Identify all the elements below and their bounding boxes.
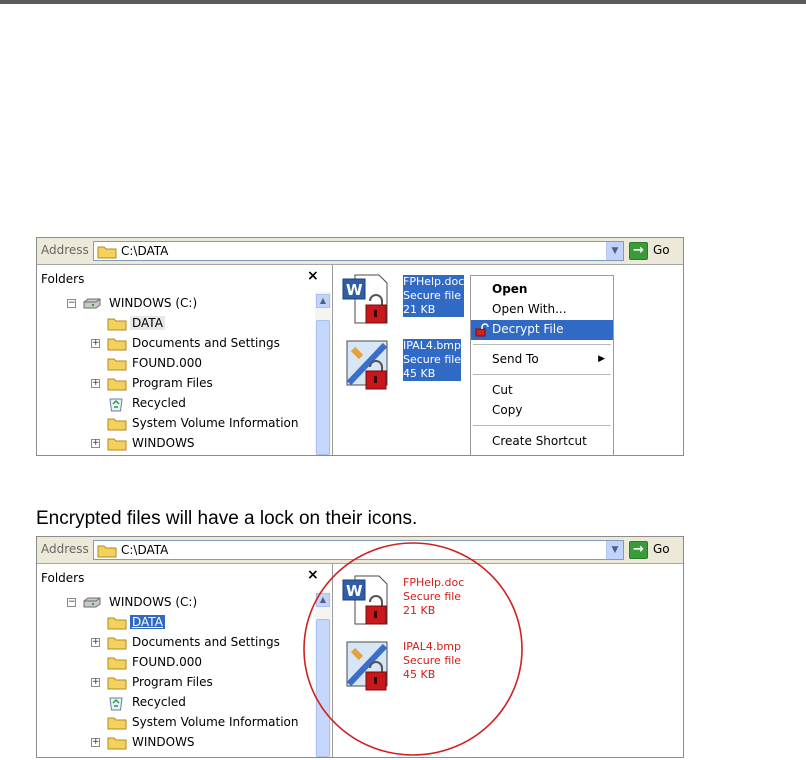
tree-item-label: Documents and Settings [132, 635, 280, 649]
address-input[interactable]: C:\DATA ▼ [93, 241, 624, 261]
folder-icon [97, 246, 117, 259]
word-document-locked-icon: W [342, 274, 388, 324]
menu-separator [473, 425, 611, 426]
tree-item-label: Program Files [132, 675, 213, 689]
folder-icon [107, 378, 127, 391]
tree-item-label: WINDOWS [132, 735, 195, 749]
expand-icon[interactable]: + [91, 638, 100, 647]
address-value: C:\DATA [121, 543, 169, 557]
menu-item-label: Cut [492, 383, 513, 397]
file-type: Secure file [403, 353, 462, 367]
go-button[interactable]: → Go [629, 241, 679, 261]
file-text: FPHelp.doc Secure file 21 KB [403, 275, 465, 317]
file-type: Secure file [403, 289, 465, 303]
scrollbar-thumb[interactable] [316, 320, 330, 455]
highlight-oval [303, 542, 523, 756]
folder-icon [107, 338, 127, 351]
menu-item-label: Send To [492, 352, 539, 366]
submenu-arrow-icon: ▶ [598, 354, 605, 364]
folder-icon [107, 318, 127, 331]
collapse-icon[interactable]: − [67, 299, 76, 308]
menu-item-label: Create Shortcut [492, 434, 587, 448]
tree-item-label: Program Files [132, 376, 213, 390]
menu-item-decrypt-file[interactable]: Decrypt File [471, 320, 613, 340]
folder-icon [107, 657, 127, 670]
expand-icon[interactable]: + [91, 339, 100, 348]
go-label: Go [653, 243, 670, 257]
tree-item-label: Documents and Settings [132, 336, 280, 350]
menu-item-open[interactable]: Open [471, 280, 613, 300]
recycle-bin-icon [109, 398, 123, 412]
menu-item-label: Copy [492, 403, 523, 417]
address-bar: Address C:\DATA ▼ → Go [37, 238, 683, 265]
folder-icon [107, 717, 127, 730]
expand-icon[interactable]: + [91, 379, 100, 388]
tree-item-label: Recycled [132, 396, 186, 410]
drive-icon [83, 298, 101, 309]
address-value: C:\DATA [121, 244, 169, 258]
folder-icon [107, 737, 127, 750]
folder-icon [107, 418, 127, 431]
menu-item-label: Open [492, 282, 528, 296]
explorer-window-before: Address C:\DATA ▼ → Go Folders × − WINDO… [36, 237, 684, 456]
folder-icon [107, 617, 127, 630]
collapse-icon[interactable]: − [67, 598, 76, 607]
drive-icon [83, 597, 101, 608]
go-button[interactable]: → Go [629, 540, 679, 560]
folder-icon [107, 677, 127, 690]
menu-item-label: Decrypt File [492, 322, 564, 336]
file-name: FPHelp.doc [403, 275, 465, 289]
folders-pane: Folders × − WINDOWS (C:) DATA + Document… [37, 564, 333, 757]
menu-item-create-shortcut[interactable]: Create Shortcut [471, 432, 613, 452]
tree-item-label: DATA [130, 316, 165, 330]
folder-icon [107, 438, 127, 451]
context-menu: Open Open With... Decrypt File Send To ▶… [470, 275, 614, 455]
folder-icon [107, 637, 127, 650]
tree-item-label: DATA [130, 615, 165, 629]
menu-separator [473, 344, 611, 345]
address-label: Address [41, 542, 89, 556]
folders-title: Folders [41, 571, 85, 585]
folders-title: Folders [41, 272, 85, 286]
folder-icon [97, 545, 117, 558]
folders-scrollbar[interactable]: ▲ [315, 292, 331, 455]
expand-icon[interactable]: + [91, 439, 100, 448]
scroll-up-icon[interactable]: ▲ [316, 294, 330, 308]
go-arrow-icon: → [629, 541, 648, 559]
folders-pane: Folders × − WINDOWS (C:) DATA + Document… [37, 265, 333, 455]
tree-item-label: WINDOWS [132, 436, 195, 450]
tree-item-label: FOUND.000 [132, 356, 203, 370]
go-label: Go [653, 542, 670, 556]
expand-icon[interactable]: + [91, 678, 100, 687]
menu-item-copy[interactable]: Copy [471, 401, 613, 421]
tree-item-label: WINDOWS (C:) [109, 296, 198, 310]
go-arrow-icon: → [629, 242, 648, 260]
tree-item-label: Recycled [132, 695, 186, 709]
svg-text:W: W [346, 281, 363, 299]
menu-item-send-to[interactable]: Send To ▶ [471, 350, 613, 370]
menu-item-cut[interactable]: Cut [471, 381, 613, 401]
file-name: IPAL4.bmp [403, 339, 462, 353]
expand-icon[interactable]: + [91, 738, 100, 747]
address-dropdown-button[interactable]: ▼ [606, 541, 623, 559]
menu-item-open-with[interactable]: Open With... [471, 300, 613, 320]
close-icon[interactable]: × [307, 268, 319, 284]
bitmap-image-locked-icon [346, 340, 388, 390]
folder-icon [107, 358, 127, 371]
unlock-icon [475, 323, 489, 337]
tree-item-label: WINDOWS (C:) [109, 595, 198, 609]
caption-text: Encrypted files will have a lock on thei… [36, 508, 418, 529]
menu-separator [473, 374, 611, 375]
menu-item-label: Open With... [492, 302, 567, 316]
tree-item-label: System Volume Information [132, 715, 299, 729]
file-size: 45 KB [403, 367, 462, 381]
page-top-rule [0, 0, 806, 4]
tree-item-label: System Volume Information [132, 416, 299, 430]
file-size: 21 KB [403, 303, 465, 317]
address-label: Address [41, 243, 89, 257]
tree-item-label: FOUND.000 [132, 655, 203, 669]
recycle-bin-icon [109, 697, 123, 711]
address-dropdown-button[interactable]: ▼ [606, 242, 623, 260]
file-text: IPAL4.bmp Secure file 45 KB [403, 339, 462, 381]
